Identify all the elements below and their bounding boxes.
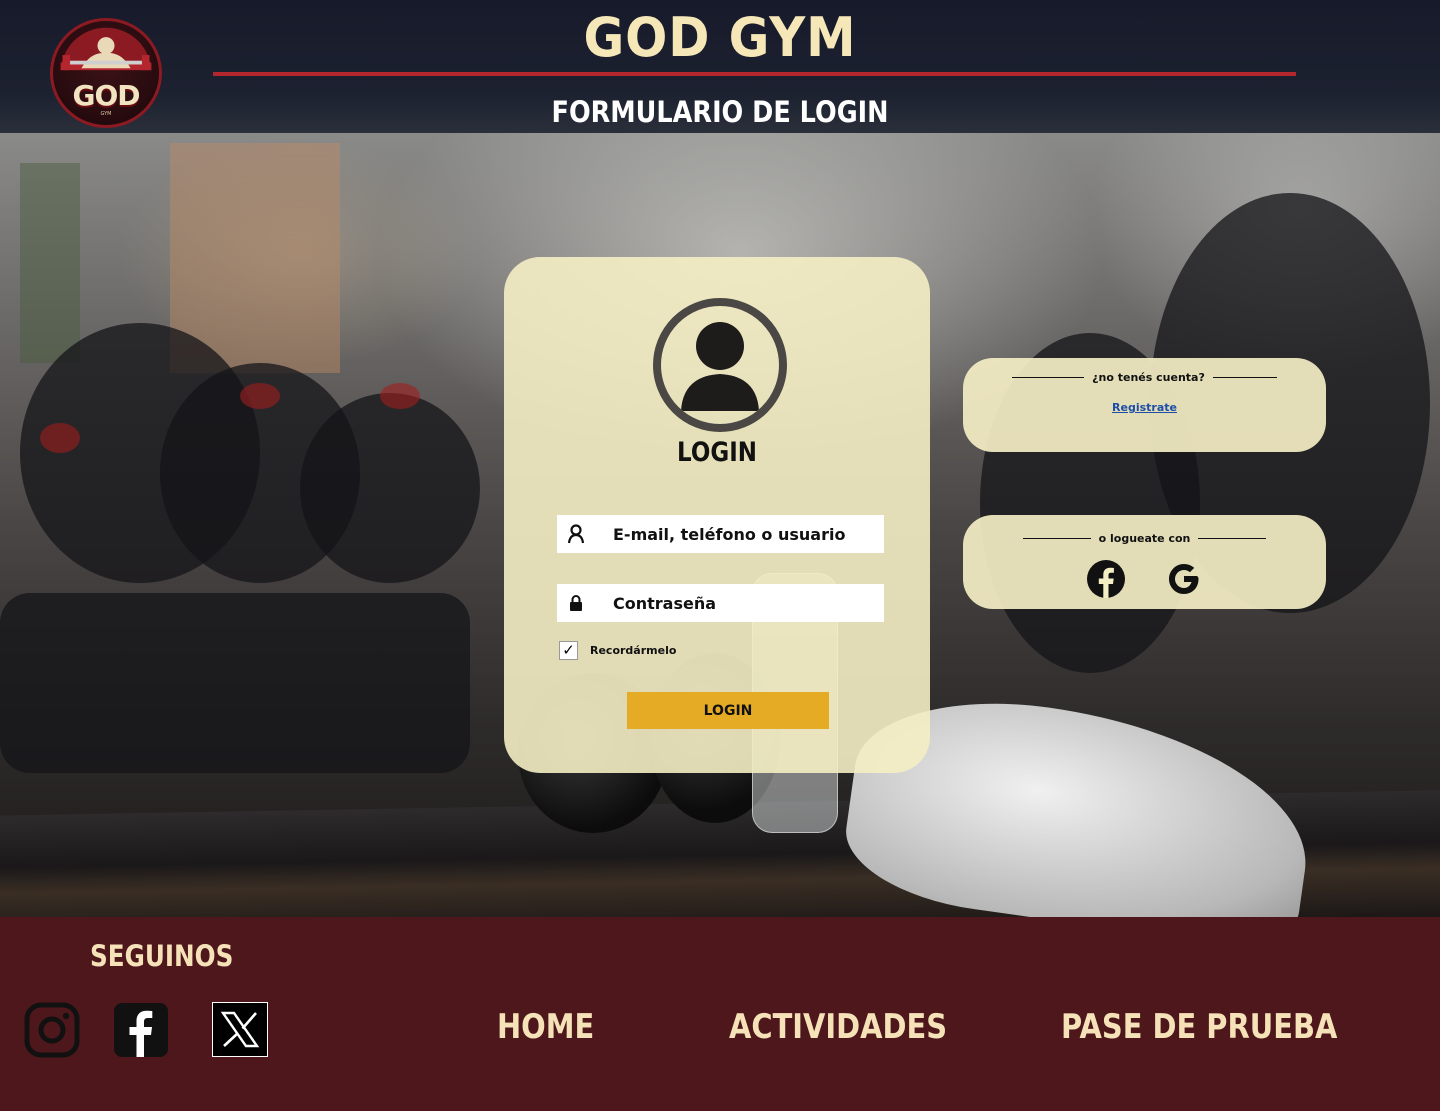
footer-nav-home[interactable]: HOME — [497, 1007, 594, 1047]
login-card: LOGIN ✓ Recordármelo LOGIN — [504, 257, 930, 773]
footer-nav-trial-pass[interactable]: PASE DE PRUEBA — [1061, 1007, 1337, 1047]
background-bike — [300, 393, 480, 583]
facebook-icon[interactable] — [1086, 559, 1126, 599]
site-header: GOD GYM GOD GYM FORMULARIO DE LOGIN — [0, 0, 1440, 133]
username-field[interactable] — [557, 515, 884, 553]
username-input[interactable] — [595, 515, 884, 553]
site-footer: SEGUINOS HOME ACTIVIDADES PASE DE PRUEBA — [0, 917, 1440, 1111]
social-prompt: o logueate con — [1098, 532, 1191, 545]
divider-line — [1212, 377, 1277, 378]
background-bike-seat — [40, 423, 80, 453]
remember-label: Recordármelo — [590, 644, 677, 657]
social-login-card: o logueate con — [963, 515, 1326, 609]
register-prompt-row: ¿no tenés cuenta? — [963, 371, 1326, 384]
x-icon[interactable] — [212, 1002, 268, 1057]
user-icon — [557, 515, 595, 553]
background-bench — [0, 593, 470, 773]
google-icon[interactable] — [1164, 559, 1204, 599]
remember-me[interactable]: ✓ Recordármelo — [559, 641, 676, 660]
facebook-icon[interactable] — [113, 1002, 169, 1058]
page-subtitle: FORMULARIO DE LOGIN — [551, 95, 889, 129]
divider-line — [1012, 377, 1085, 378]
login-heading: LOGIN — [677, 437, 757, 468]
divider-line — [1022, 538, 1091, 539]
register-card: ¿no tenés cuenta? Registrate — [963, 358, 1326, 452]
register-link[interactable]: Registrate — [963, 401, 1326, 414]
social-login-buttons — [963, 559, 1326, 599]
remember-checkbox[interactable]: ✓ — [559, 641, 578, 660]
lock-icon — [557, 584, 595, 622]
password-field[interactable] — [557, 584, 884, 622]
divider-line — [1198, 538, 1267, 539]
title-divider — [213, 72, 1296, 76]
user-avatar-icon — [653, 298, 787, 432]
background-window — [20, 163, 80, 363]
background-bike-seat — [240, 383, 280, 409]
footer-nav-activities[interactable]: ACTIVIDADES — [729, 1007, 947, 1047]
social-prompt-row: o logueate con — [963, 532, 1326, 545]
background-bike-seat — [380, 383, 420, 409]
follow-us-title: SEGUINOS — [90, 939, 234, 973]
register-prompt: ¿no tenés cuenta? — [1092, 371, 1205, 384]
password-input[interactable] — [595, 584, 884, 622]
login-button[interactable]: LOGIN — [627, 692, 829, 729]
site-title: GOD GYM — [583, 6, 857, 69]
instagram-icon[interactable] — [24, 1002, 80, 1058]
